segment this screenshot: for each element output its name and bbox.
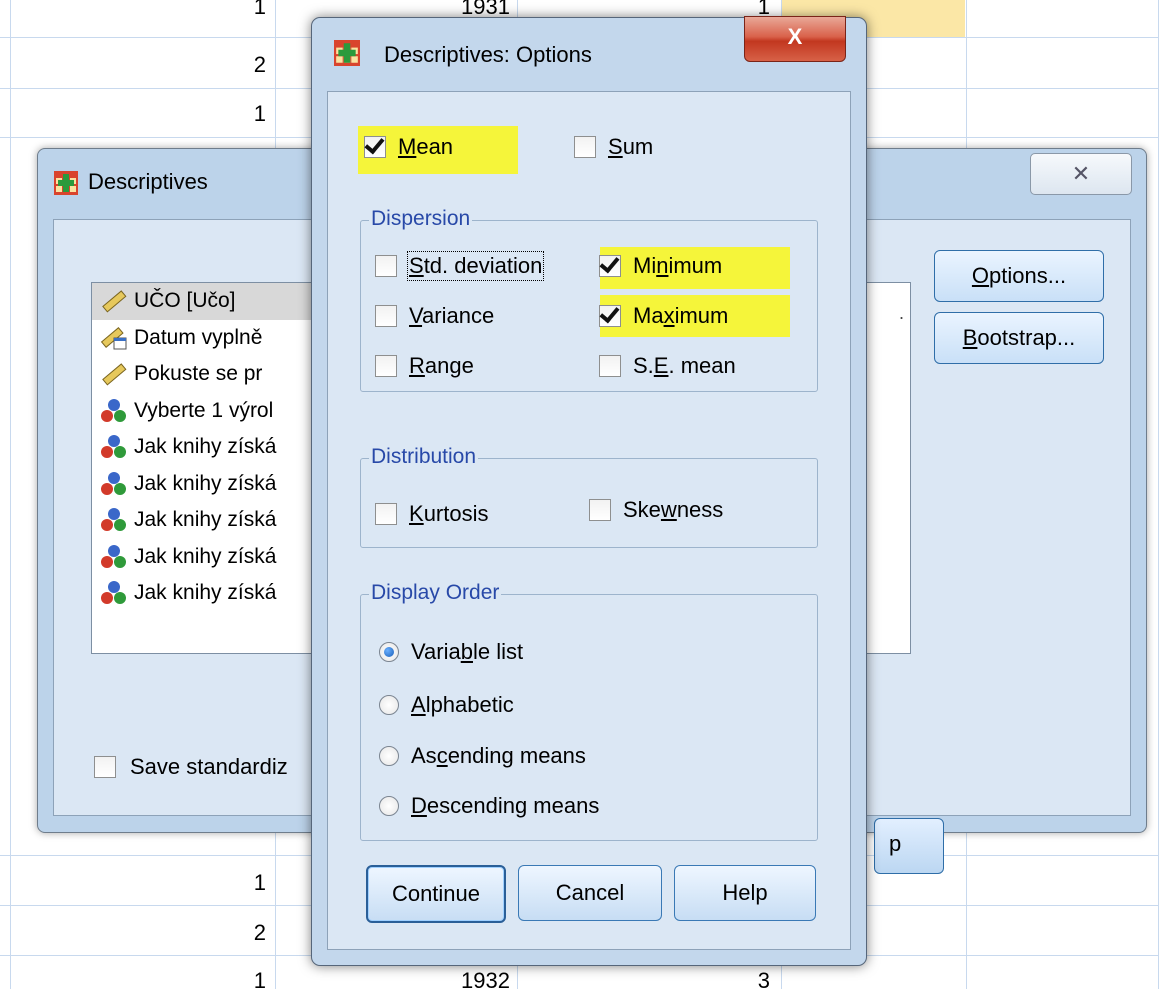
spss-table-icon	[54, 171, 78, 201]
ascending-means-option[interactable]: Ascending means	[379, 743, 586, 769]
date-scale-icon	[100, 326, 127, 350]
help-button[interactable]: Help	[674, 865, 816, 921]
maximum-label: Maximum	[633, 303, 729, 328]
display-order-legend: Display Order	[369, 581, 502, 605]
variable-label: Jak knihy získá	[134, 435, 277, 459]
kurtosis-checkbox[interactable]	[375, 503, 397, 525]
skewness-label: Skewness	[623, 497, 724, 522]
variance-label: Variance	[409, 303, 495, 328]
mean-checkbox[interactable]	[364, 136, 386, 158]
range-option[interactable]: Range	[375, 353, 474, 379]
sum-checkbox[interactable]	[574, 136, 596, 158]
mean-option[interactable]: Mean	[364, 134, 453, 160]
maximum-checkbox[interactable]	[599, 305, 621, 327]
nominal-icon	[101, 581, 126, 605]
alphabetic-option[interactable]: Alphabetic	[379, 692, 514, 718]
variable-label: UČO [Učo]	[134, 289, 236, 313]
se-mean-checkbox[interactable]	[599, 355, 621, 377]
save-standardized-option[interactable]: Save standardiz	[94, 754, 288, 780]
maximum-option[interactable]: Maximum	[599, 303, 728, 329]
variance-checkbox[interactable]	[375, 305, 397, 327]
help-button-label: p	[889, 831, 902, 856]
ascending-means-radio[interactable]	[379, 746, 399, 766]
range-checkbox[interactable]	[375, 355, 397, 377]
cell[interactable]: 1	[200, 968, 266, 994]
variable-label: Pokuste se pr	[134, 362, 263, 386]
dialog-title: Descriptives: Options	[384, 42, 592, 67]
bootstrap-button[interactable]: Bootstrap...	[934, 312, 1104, 364]
save-standardized-label: Save standardiz	[130, 754, 288, 779]
std-deviation-option[interactable]: Std. deviation	[375, 251, 545, 281]
nominal-icon	[101, 398, 126, 422]
minimum-option[interactable]: Minimum	[599, 253, 722, 279]
continue-button[interactable]: Continue	[366, 865, 506, 923]
cell[interactable]: 2	[200, 920, 266, 946]
cell[interactable]: 3	[690, 968, 770, 994]
ruler-scale-icon	[102, 290, 127, 313]
dialog-body: Mean Sum Dispersion Std. deviation Minim…	[327, 91, 851, 950]
grid-line	[10, 0, 11, 989]
std-deviation-checkbox[interactable]	[375, 255, 397, 277]
cell[interactable]: 2	[200, 52, 266, 78]
ascending-means-label: Ascending means	[411, 743, 586, 768]
cell[interactable]: 1	[200, 870, 266, 896]
alphabetic-label: Alphabetic	[411, 692, 514, 717]
help-button[interactable]: p	[874, 818, 944, 874]
variable-label: Jak knihy získá	[134, 581, 277, 605]
cell[interactable]: 1	[200, 0, 266, 20]
descriptives-options-dialog: Descriptives: Options X Mean Sum Dispers…	[311, 16, 867, 966]
descending-means-option[interactable]: Descending means	[379, 793, 599, 819]
close-button[interactable]: ✕	[1030, 153, 1132, 195]
variable-label: Datum vyplně	[134, 325, 263, 349]
cancel-button[interactable]: Cancel	[518, 865, 662, 921]
selected-variables-list[interactable]: .	[864, 282, 911, 654]
variable-list-option[interactable]: Variable list	[379, 639, 523, 665]
variance-option[interactable]: Variance	[375, 303, 494, 329]
distribution-legend: Distribution	[369, 445, 479, 469]
dispersion-group: Dispersion Std. deviation Minimum Varian…	[360, 207, 818, 392]
descending-means-radio[interactable]	[379, 796, 399, 816]
spss-table-icon	[334, 40, 360, 72]
skewness-option[interactable]: Skewness	[589, 497, 723, 523]
variable-label: Jak knihy získá	[134, 544, 277, 568]
cell[interactable]: 1	[200, 101, 266, 127]
sum-label: Sum	[608, 134, 654, 159]
variable-list-radio[interactable]	[379, 642, 399, 662]
alphabetic-radio[interactable]	[379, 695, 399, 715]
se-mean-option[interactable]: S.E. mean	[599, 353, 736, 379]
se-mean-label: S.E. mean	[633, 353, 736, 378]
save-standardized-checkbox[interactable]	[94, 756, 116, 778]
options-button[interactable]: Options...	[934, 250, 1104, 302]
close-icon: ✕	[1071, 161, 1091, 186]
descending-means-label: Descending means	[411, 793, 600, 818]
std-deviation-label: Std. deviation	[406, 251, 545, 281]
sum-option[interactable]: Sum	[574, 134, 653, 160]
kurtosis-option[interactable]: Kurtosis	[375, 501, 488, 527]
minimum-checkbox[interactable]	[599, 255, 621, 277]
dispersion-legend: Dispersion	[369, 207, 473, 231]
variable-label: Vyberte 1 výrol	[134, 398, 274, 422]
dialog-title: Descriptives	[88, 169, 208, 194]
nominal-icon	[101, 544, 126, 568]
display-order-group: Display Order Variable list Alphabetic A…	[360, 581, 818, 841]
variable-label: Jak knihy získá	[134, 471, 277, 495]
skewness-checkbox[interactable]	[589, 499, 611, 521]
nominal-icon	[101, 508, 126, 532]
mean-label: Mean	[398, 134, 454, 159]
close-button[interactable]: X	[744, 16, 846, 62]
nominal-icon	[101, 471, 126, 495]
kurtosis-label: Kurtosis	[409, 501, 489, 526]
variable-label: Jak knihy získá	[134, 508, 277, 532]
distribution-group: Distribution Kurtosis Skewness	[360, 445, 818, 548]
ruler-scale-icon	[102, 363, 127, 386]
variable-list-label: Variable list	[411, 639, 524, 664]
minimum-label: Minimum	[633, 253, 723, 278]
cell[interactable]: 1932	[420, 968, 510, 994]
close-icon: X	[787, 24, 803, 49]
range-label: Range	[409, 353, 474, 378]
nominal-icon	[101, 435, 126, 459]
list-ellipsis: .	[898, 303, 904, 323]
